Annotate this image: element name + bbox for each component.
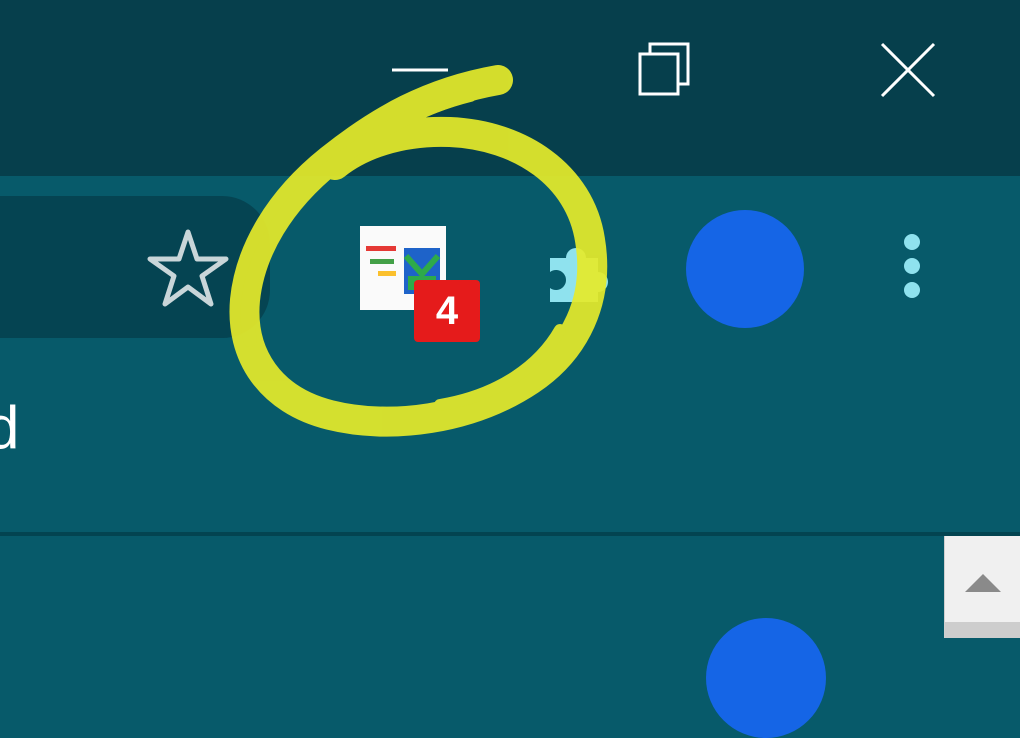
minimize-icon	[392, 68, 448, 72]
minimize-button[interactable]	[370, 30, 470, 110]
star-icon	[147, 229, 229, 307]
google-tasks-extension-button[interactable]: 4	[358, 224, 482, 344]
extensions-button[interactable]	[536, 232, 616, 312]
partial-text: d	[0, 394, 20, 461]
scroll-up-arrow-icon[interactable]	[945, 536, 1020, 596]
title-bar	[0, 0, 1020, 176]
page-content: d	[0, 342, 1020, 532]
close-button[interactable]	[858, 30, 958, 110]
browser-toolbar: 4	[0, 176, 1020, 342]
bookmark-star-button[interactable]	[146, 226, 230, 310]
scrollbar[interactable]	[944, 536, 1020, 638]
restore-icon	[638, 42, 690, 96]
browser-menu-button[interactable]	[892, 226, 932, 306]
notification-badge: 4	[414, 280, 480, 342]
close-icon	[880, 42, 936, 98]
scrollbar-track[interactable]	[945, 622, 1020, 638]
puzzle-icon	[550, 248, 608, 302]
avatar	[706, 618, 826, 738]
lower-content	[0, 536, 1020, 738]
profile-avatar[interactable]	[686, 210, 804, 328]
restore-button[interactable]	[614, 30, 714, 110]
